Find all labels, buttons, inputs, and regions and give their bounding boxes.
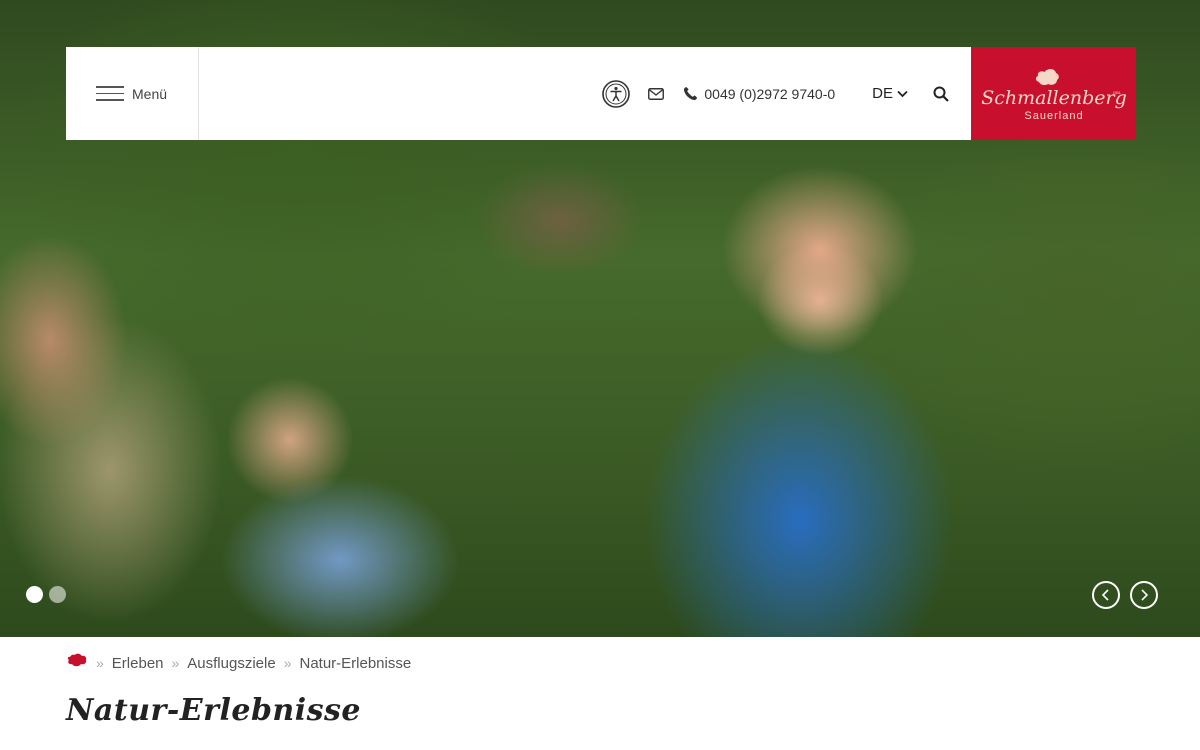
breadcrumb-separator: » (283, 655, 292, 671)
page-title: Natur-Erlebnisse (66, 693, 361, 728)
slider-dots (26, 586, 66, 603)
logo-trademark: GBL (1113, 90, 1122, 95)
breadcrumb: » Erleben » Ausflugsziele » Natur-Erlebn… (66, 652, 411, 674)
breadcrumb-item-erleben[interactable]: Erleben (112, 655, 164, 672)
breadcrumb-item-ausflugsziele[interactable]: Ausflugsziele (187, 655, 275, 672)
header-actions: 0049 (0)2972 9740-0 DE (602, 47, 971, 140)
slider-dot-2[interactable] (49, 586, 66, 603)
phone-link[interactable]: 0049 (0)2972 9740-0 (683, 86, 835, 102)
accessibility-icon[interactable] (602, 79, 631, 108)
logo-subline: Sauerland (1024, 110, 1083, 122)
slider-prev-button[interactable] (1092, 581, 1120, 609)
phone-icon (684, 86, 698, 101)
home-map-icon (67, 653, 87, 667)
search-icon[interactable] (933, 86, 949, 102)
chevron-down-icon (897, 90, 908, 97)
mail-icon[interactable] (648, 87, 665, 100)
breadcrumb-home-link[interactable] (66, 652, 88, 674)
header-bar: Menü 0049 (0)2972 9740-0 DE (66, 47, 971, 140)
breadcrumb-item-current: Natur-Erlebnisse (299, 654, 412, 672)
breadcrumb-separator: » (96, 655, 104, 671)
slider-dot-1[interactable] (26, 586, 43, 603)
chevron-right-icon (1141, 589, 1149, 601)
breadcrumb-separator: » (171, 655, 180, 671)
brand-logo[interactable]: Schmallenberg GBL Sauerland (971, 47, 1136, 140)
slider-next-button[interactable] (1130, 581, 1158, 609)
slider-arrows (1092, 581, 1158, 609)
menu-button[interactable]: Menü (66, 47, 199, 140)
logo-wordmark: Schmallenberg (981, 87, 1127, 109)
menu-label: Menü (132, 85, 168, 102)
hamburger-icon (96, 86, 124, 101)
language-selector[interactable]: DE (872, 85, 908, 102)
logo-graphic: Schmallenberg GBL Sauerland (981, 68, 1127, 122)
chevron-left-icon (1101, 589, 1109, 601)
phone-number: 0049 (0)2972 9740-0 (704, 85, 836, 102)
language-code: DE (872, 85, 893, 102)
